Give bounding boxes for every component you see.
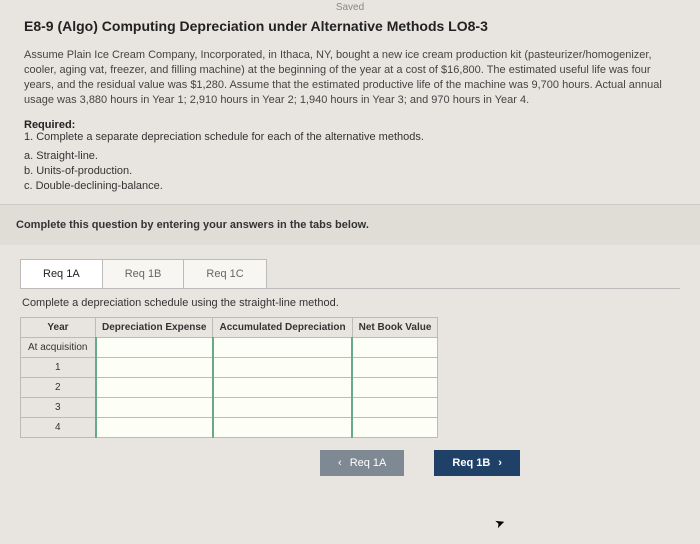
table-row: 3 [21,397,438,417]
tab-req-1a[interactable]: Req 1A [20,259,103,288]
row-label: At acquisition [21,337,96,357]
cell-input[interactable] [213,357,352,377]
methods-list: a. Straight-line. b. Units-of-production… [24,149,676,194]
table-row: 2 [21,377,438,397]
saved-indicator: Saved [336,2,364,13]
cell-input[interactable] [213,337,352,357]
question-title: E8-9 (Algo) Computing Depreciation under… [24,18,676,34]
cell-input[interactable] [213,397,352,417]
cursor-icon: ➤ [493,515,507,532]
col-year: Year [21,317,96,337]
cell-input[interactable] [96,357,213,377]
cell-input[interactable] [352,397,438,417]
row-label: 1 [21,357,96,377]
cell-input[interactable] [96,337,213,357]
row-label: 2 [21,377,96,397]
prev-button[interactable]: ‹ Req 1A [320,450,404,476]
col-nbv: Net Book Value [352,317,438,337]
cell-input[interactable] [96,417,213,437]
tab-req-1b[interactable]: Req 1B [102,259,185,288]
row-label: 4 [21,417,96,437]
method-c: c. Double-declining-balance. [24,179,676,194]
required-heading: Required: [24,119,75,131]
tab-instruction: Complete a depreciation schedule using t… [20,288,680,317]
table-row: At acquisition [21,337,438,357]
cell-input[interactable] [352,417,438,437]
row-label: 3 [21,397,96,417]
method-b: b. Units-of-production. [24,164,676,179]
table-header-row: Year Depreciation Expense Accumulated De… [21,317,438,337]
prev-label: Req 1A [350,457,387,469]
chevron-left-icon: ‹ [338,457,342,469]
required-line-1: 1. Complete a separate depreciation sche… [24,131,424,143]
method-a: a. Straight-line. [24,149,676,164]
col-accum: Accumulated Depreciation [213,317,352,337]
cell-input[interactable] [213,377,352,397]
next-button[interactable]: Req 1B › [434,450,520,476]
tab-req-1c[interactable]: Req 1C [183,259,266,288]
col-expense: Depreciation Expense [96,317,213,337]
depreciation-table: Year Depreciation Expense Accumulated De… [20,317,438,438]
cell-input[interactable] [96,397,213,417]
tabs-bar: Req 1A Req 1B Req 1C [20,259,680,288]
cell-input[interactable] [352,377,438,397]
table-row: 1 [21,357,438,377]
cell-input[interactable] [352,337,438,357]
question-passage: Assume Plain Ice Cream Company, Incorpor… [24,48,676,107]
cell-input[interactable] [96,377,213,397]
cell-input[interactable] [352,357,438,377]
chevron-right-icon: › [498,457,502,469]
cell-input[interactable] [213,417,352,437]
instruction-box: Complete this question by entering your … [0,204,700,245]
table-row: 4 [21,417,438,437]
next-label: Req 1B [452,457,490,469]
